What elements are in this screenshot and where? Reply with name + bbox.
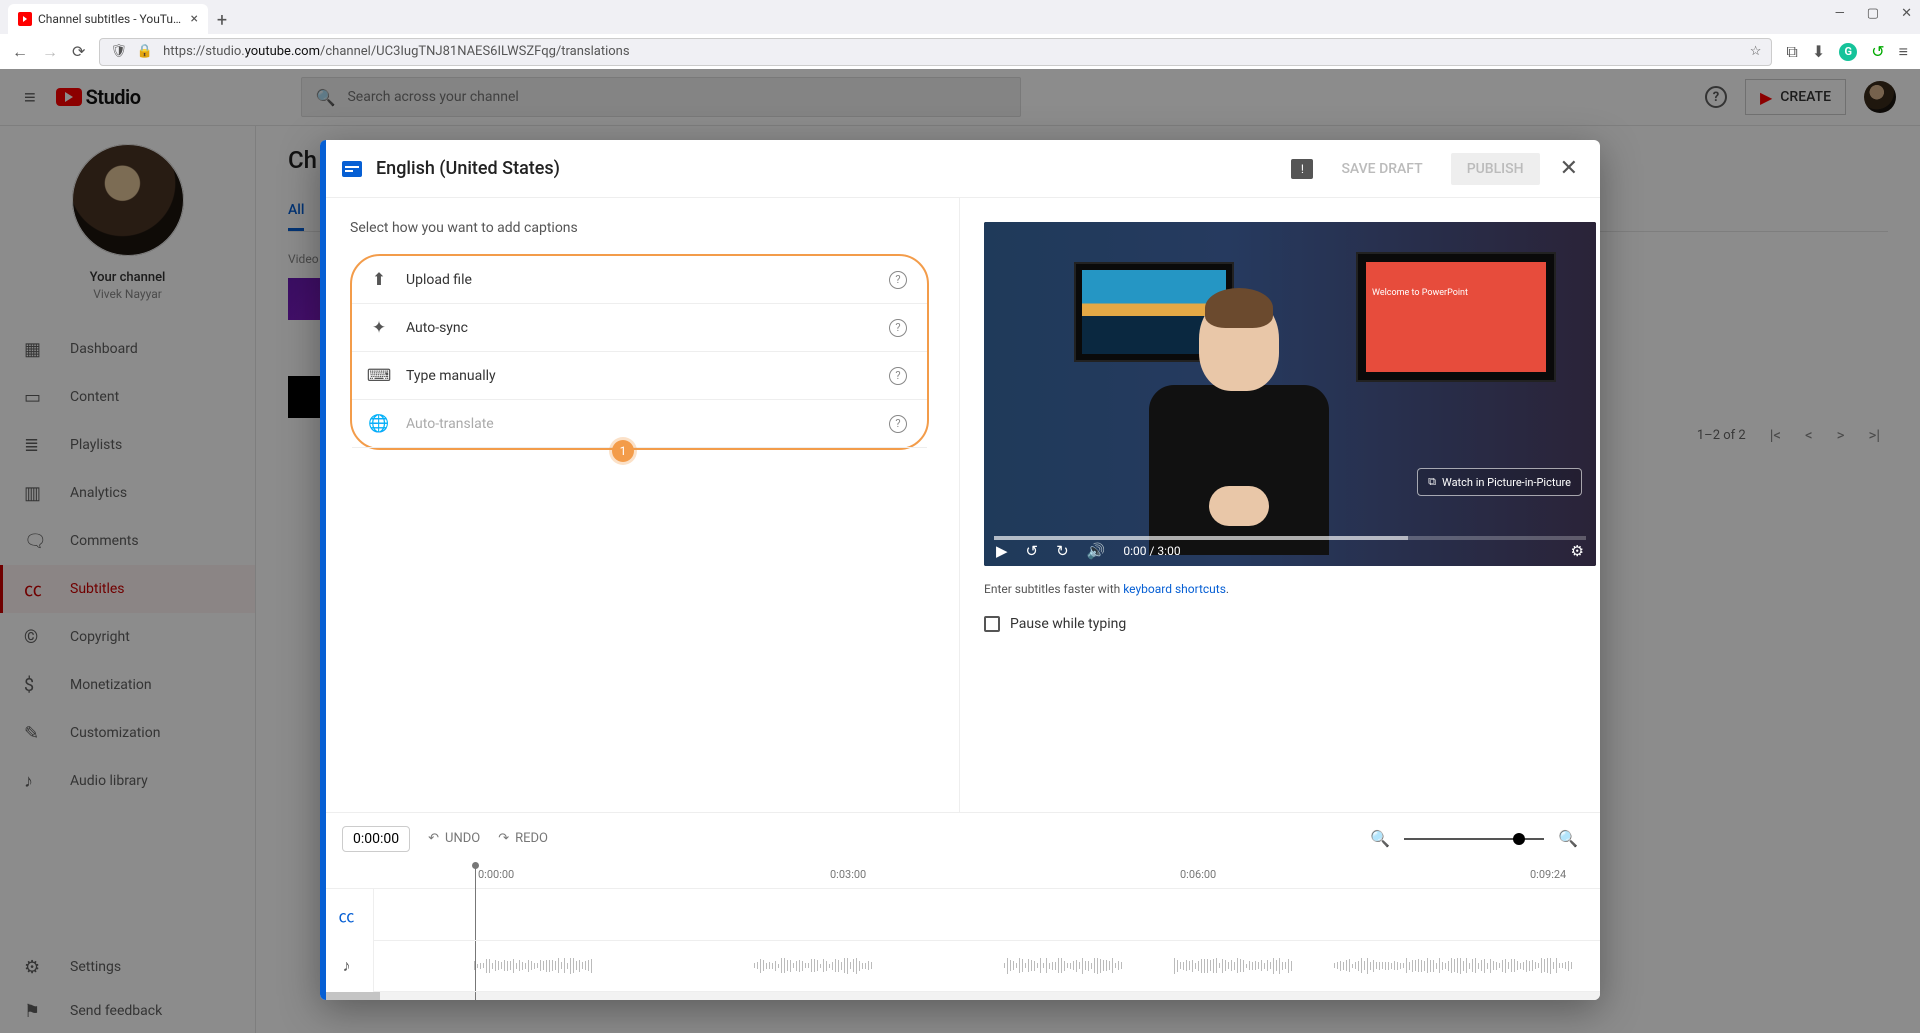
- play-icon[interactable]: ▶: [996, 542, 1008, 560]
- timeline-scrollbar[interactable]: [320, 992, 1600, 1000]
- caption-option-auto-translate: 🌐 Auto-translate?: [352, 400, 927, 448]
- tab-title: Channel subtitles - YouTube Stu: [38, 12, 185, 26]
- pip-icon: ⧉: [1428, 475, 1436, 489]
- caption-option-label: Auto-translate: [406, 416, 494, 432]
- audio-track[interactable]: [374, 941, 1600, 993]
- downloads-icon[interactable]: ⬇: [1812, 42, 1825, 61]
- player-settings-icon[interactable]: ⚙: [1571, 542, 1584, 560]
- shortcut-hint: Enter subtitles faster with keyboard sho…: [984, 582, 1600, 596]
- video-person: [1139, 296, 1339, 566]
- redo-icon: ↷: [498, 831, 509, 846]
- nav-forward-icon[interactable]: →: [42, 42, 58, 62]
- option-help-icon[interactable]: ?: [889, 367, 907, 385]
- rewind-icon[interactable]: ↺: [1026, 542, 1039, 560]
- option-help-icon[interactable]: ?: [889, 271, 907, 289]
- current-time-chip[interactable]: 0:00:00: [342, 826, 410, 852]
- window-maximize-icon[interactable]: ▢: [1867, 6, 1879, 21]
- dialog-title: English (United States): [376, 158, 1277, 179]
- url-text: https://studio.youtube.com/channel/UC3Iu…: [163, 44, 629, 59]
- grammarly-icon[interactable]: G: [1839, 43, 1857, 61]
- keyboard-icon: ⌨: [368, 366, 390, 386]
- subtitles-badge-icon: [342, 161, 362, 177]
- subtitle-editor-dialog: English (United States) ! SAVE DRAFT PUB…: [320, 140, 1600, 1000]
- caption-option-label: Upload file: [406, 272, 472, 288]
- nav-reload-icon[interactable]: ⟳: [72, 42, 85, 61]
- caption-option-upload-file[interactable]: ⬆ Upload file?: [352, 256, 927, 304]
- pocket-icon[interactable]: ⧉: [1786, 42, 1797, 62]
- address-bar[interactable]: 🛡 🔒 https://studio.youtube.com/channel/U…: [99, 38, 1772, 66]
- caption-option-label: Auto-sync: [406, 320, 468, 336]
- publish-button[interactable]: PUBLISH: [1451, 153, 1540, 185]
- video-scene: Welcome to PowerPoint ⧉ Watch in Picture…: [984, 222, 1596, 566]
- browser-chrome: Channel subtitles - YouTube Stu × + — ▢ …: [0, 0, 1920, 69]
- keyboard-shortcuts-link[interactable]: keyboard shortcuts: [1123, 582, 1226, 596]
- annotation-badge: 1: [612, 440, 634, 462]
- forward-icon[interactable]: ↻: [1056, 542, 1069, 560]
- ruler-label: 0:06:00: [1180, 868, 1216, 881]
- ruler-label: 0:09:24: [1530, 868, 1566, 881]
- pip-button[interactable]: ⧉ Watch in Picture-in-Picture: [1417, 468, 1582, 496]
- save-draft-button[interactable]: SAVE DRAFT: [1341, 161, 1422, 177]
- undo-icon: ↶: [428, 831, 439, 846]
- tab-close-icon[interactable]: ×: [191, 11, 198, 27]
- upload-icon: ⬆: [368, 270, 390, 290]
- pause-while-typing-checkbox[interactable]: [984, 616, 1000, 632]
- auto-sync-icon: ✦: [368, 318, 390, 338]
- video-monitor-right: Welcome to PowerPoint: [1356, 252, 1556, 382]
- redo-button[interactable]: ↷REDO: [498, 831, 548, 846]
- caption-option-type-manually[interactable]: ⌨ Type manually?: [352, 352, 927, 400]
- window-minimize-icon[interactable]: —: [1835, 6, 1845, 21]
- zoom-in-icon[interactable]: 🔍: [1558, 829, 1578, 848]
- browser-tab[interactable]: Channel subtitles - YouTube Stu ×: [8, 4, 208, 34]
- slide-text: Welcome to PowerPoint: [1372, 288, 1468, 298]
- caption-track-icon[interactable]: ㏄: [320, 889, 373, 941]
- active-track-indicator: [320, 140, 326, 1000]
- dialog-close-icon[interactable]: ✕: [1560, 156, 1578, 181]
- lock-icon: 🔒: [137, 44, 153, 59]
- window-close-icon[interactable]: ✕: [1901, 6, 1912, 21]
- audio-track-icon[interactable]: ♪: [320, 941, 373, 993]
- browser-menu-icon[interactable]: ≡: [1899, 42, 1908, 62]
- video-player[interactable]: Welcome to PowerPoint ⧉ Watch in Picture…: [984, 222, 1596, 566]
- new-tab-button[interactable]: +: [208, 6, 236, 34]
- caption-option-label: Type manually: [406, 368, 496, 384]
- undo-button[interactable]: ↶UNDO: [428, 831, 480, 846]
- zoom-out-icon[interactable]: 🔍: [1370, 829, 1390, 848]
- pause-while-typing-label: Pause while typing: [1010, 616, 1126, 632]
- zoom-slider[interactable]: [1404, 838, 1544, 840]
- nav-back-icon[interactable]: ←: [12, 42, 28, 62]
- option-help-icon[interactable]: ?: [889, 319, 907, 337]
- feedback-icon[interactable]: !: [1291, 159, 1313, 179]
- ruler-label: 0:00:00: [478, 868, 514, 881]
- option-help-icon[interactable]: ?: [889, 415, 907, 433]
- translate-icon: 🌐: [368, 414, 390, 434]
- timeline-toolbar: 0:00:00 ↶UNDO ↷REDO 🔍 🔍: [320, 812, 1600, 864]
- timeline-tracks: ㏄ ♪: [320, 888, 1600, 992]
- timeline-ruler[interactable]: 0:00:00 0:03:00 0:06:00 0:09:24: [320, 864, 1600, 888]
- player-time: 0:00 / 3:00: [1123, 544, 1180, 558]
- caption-track[interactable]: [374, 889, 1600, 941]
- youtube-favicon: [18, 12, 32, 26]
- captions-instruction: Select how you want to add captions: [350, 220, 929, 236]
- caption-options-panel: ⬆Upload file?✦Auto-sync?⌨Type manually?🌐…: [350, 254, 929, 450]
- caption-option-auto-sync[interactable]: ✦ Auto-sync?: [352, 304, 927, 352]
- extension-icon[interactable]: ↺: [1871, 42, 1884, 61]
- bookmark-star-icon[interactable]: ☆: [1750, 44, 1762, 59]
- ruler-label: 0:03:00: [830, 868, 866, 881]
- volume-icon[interactable]: 🔊: [1087, 542, 1106, 560]
- shield-icon: 🛡: [110, 44, 127, 59]
